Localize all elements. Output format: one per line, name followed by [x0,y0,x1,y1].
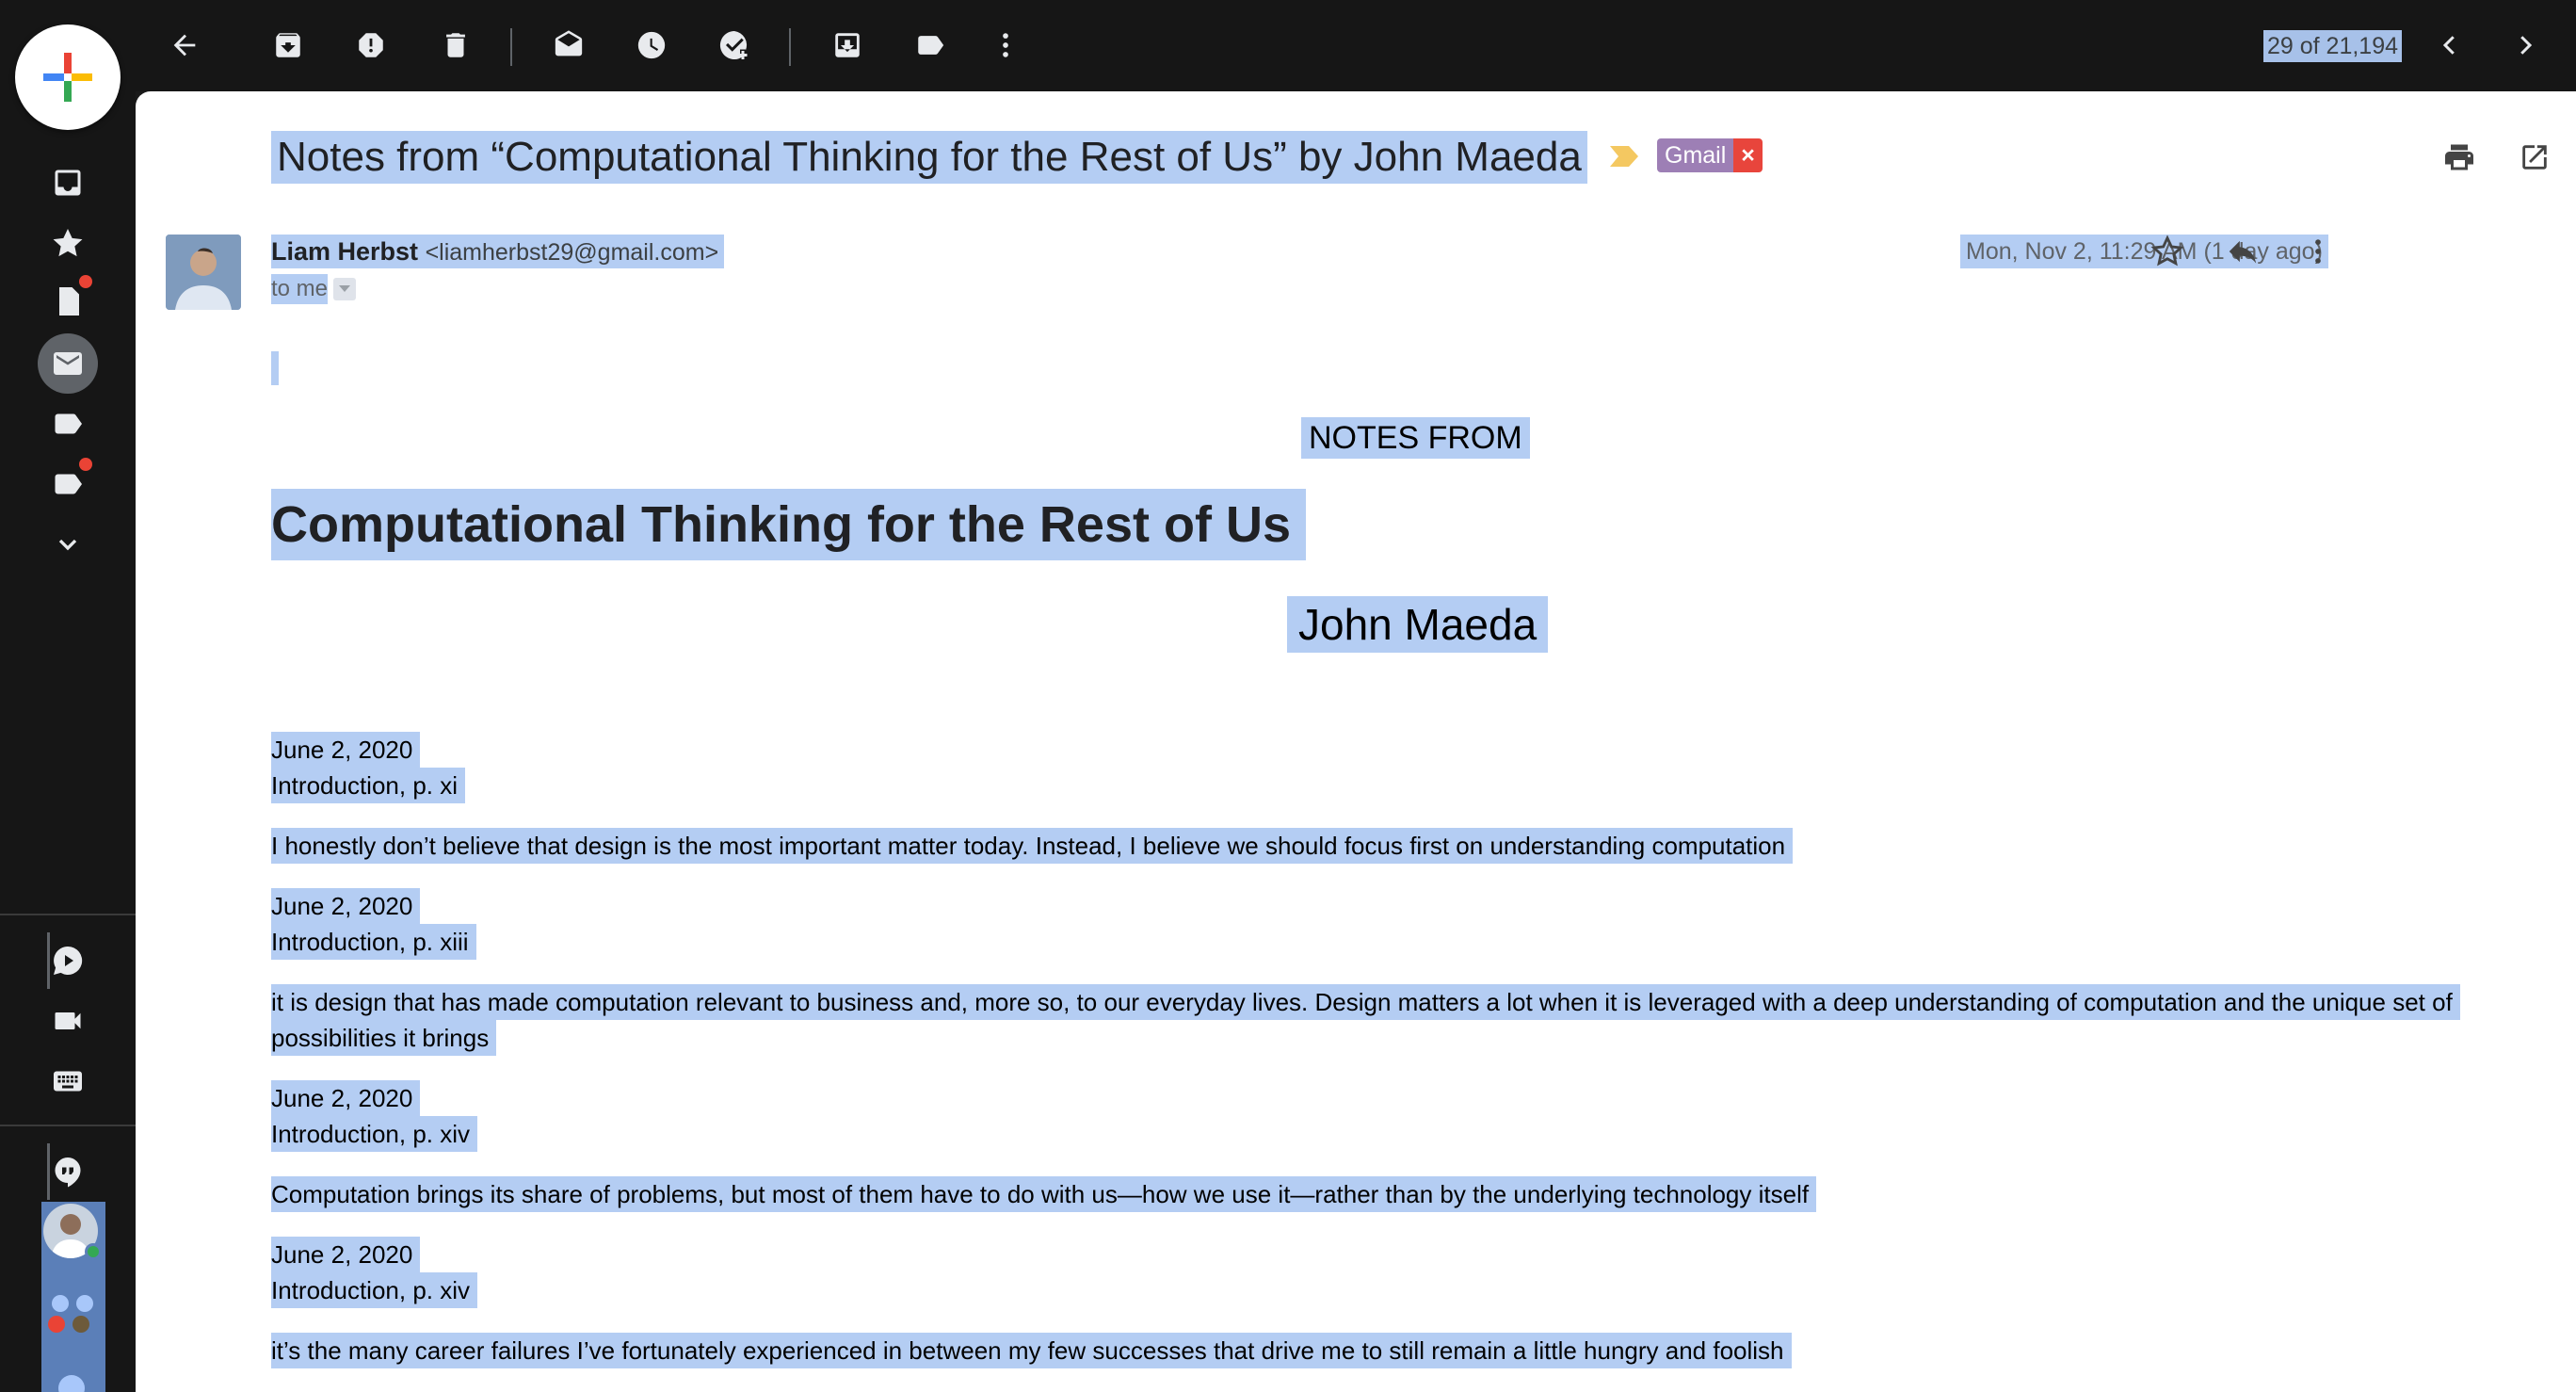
note-date: June 2, 2020 [271,1237,421,1272]
left-rail [0,0,136,1392]
note-text-line-1: it is design that has made computation r… [271,984,2460,1020]
add-task-icon[interactable] [708,19,761,72]
note-text: it’s the many career failures I’ve fortu… [271,1333,1792,1368]
note-date: June 2, 2020 [271,1080,421,1116]
chevron-right-icon[interactable] [2499,19,2552,72]
rail-divider-2 [0,1125,136,1126]
move-to-icon[interactable] [821,19,874,72]
note-location: Introduction, p. xiii [271,924,476,960]
book-author: John Maeda [1287,596,1549,653]
back-arrow-icon[interactable] [158,19,211,72]
email-subject: Notes from “Computational Thinking for t… [271,131,1587,184]
delete-icon[interactable] [429,19,482,72]
important-marker-icon[interactable] [1608,144,1640,169]
note-location: Introduction, p. xi [271,768,465,803]
message-view: Notes from “Computational Thinking for t… [136,91,2576,1392]
star-icon[interactable] [2141,225,2194,278]
inbox-icon[interactable] [38,153,98,213]
note-text-line-2: possibilities it brings [271,1020,497,1056]
chat-icon[interactable] [38,931,98,991]
reply-icon[interactable] [2216,225,2269,278]
label-icon-2[interactable] [38,454,98,514]
toolbar-separator [510,28,512,66]
label-icon[interactable] [38,394,98,454]
starred-icon[interactable] [38,213,98,273]
compose-plus-icon [43,53,92,102]
labels-icon[interactable] [904,19,957,72]
book-title: Computational Thinking for the Rest of U… [271,489,1306,560]
compose-button[interactable] [15,24,121,130]
note-location: Introduction, p. xiv [271,1116,477,1152]
label-remove-button[interactable]: × [1733,138,1763,172]
label-notification-dot [79,458,92,471]
recipient-line: to me [271,274,357,304]
snooze-icon[interactable] [625,19,678,72]
open-in-new-window-icon[interactable] [2508,131,2561,184]
sender-avatar[interactable] [166,235,241,310]
sender-name[interactable]: Liam Herbst [271,237,418,266]
note-date: June 2, 2020 [271,732,421,768]
contacts-panel [41,1202,105,1392]
notes-from-heading: NOTES FROM [1301,417,1530,459]
keyboard-icon[interactable] [38,1051,98,1111]
contact-avatar-icon[interactable] [53,1369,90,1392]
show-details-caret-icon[interactable] [333,278,357,300]
chevron-left-icon[interactable] [2423,19,2476,72]
print-icon[interactable] [2433,131,2486,184]
note-text: I honestly don’t believe that design is … [271,828,1794,864]
mail-icon[interactable] [38,333,98,394]
note-text: Computation brings its share of problems… [271,1176,1817,1212]
note-location: Introduction, p. xiv [271,1272,477,1308]
message-counter: 29 of 21,194 [2263,30,2403,62]
group-contacts-icon[interactable] [43,1292,104,1334]
message-more-icon[interactable] [2292,225,2344,278]
report-spam-icon[interactable] [345,19,397,72]
mark-unread-icon[interactable] [542,19,595,72]
note-date: June 2, 2020 [271,888,421,924]
more-vert-icon[interactable] [979,19,1032,72]
hangouts-icon[interactable] [38,1141,98,1202]
drafts-icon[interactable] [38,271,98,332]
sender-email: <liamherbst29@gmail.com> [425,239,719,266]
archive-icon[interactable] [262,19,314,72]
toolbar-separator-2 [789,28,791,66]
meet-icon[interactable] [38,991,98,1051]
sender-line: Liam Herbst <liamherbst29@gmail.com> [271,235,725,268]
label-chip: Gmail × [1657,138,1763,172]
drafts-notification-dot [79,275,92,288]
toolbar: 29 of 21,194 [136,0,2576,91]
expand-more-icon[interactable] [38,514,98,575]
rail-divider [0,914,136,915]
recipient-text: to me [271,274,329,304]
gmail-app: 29 of 21,194 Notes from “Computational T… [0,0,2576,1392]
label-chip-text[interactable]: Gmail [1657,138,1734,172]
presence-online-dot [85,1243,102,1260]
selection-start-mark [271,351,279,385]
